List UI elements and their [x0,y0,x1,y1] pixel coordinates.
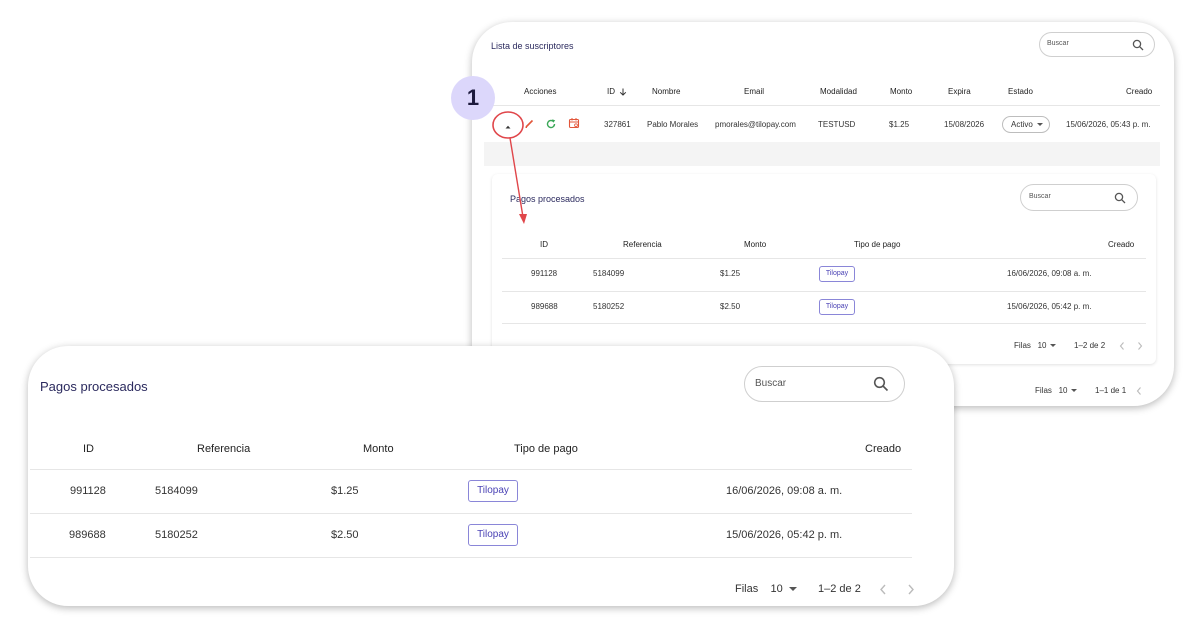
chevron-down-icon [1071,389,1078,393]
row-divider [30,557,912,558]
payment-amount: $1.25 [720,269,741,278]
pagination-range: 1–2 de 2 [818,583,861,595]
payment-type-badge: Tilopay [468,480,518,502]
row-divider [502,323,1146,324]
search-placeholder: Buscar [1047,40,1069,47]
payments-card-zoomed: Pagos procesados Buscar ID Referencia Mo… [28,346,954,606]
col-id-small: ID [540,240,548,249]
step-number-badge: 1 [451,76,495,120]
header-divider [484,105,1160,106]
chevron-right-icon[interactable] [1136,341,1144,351]
refresh-icon[interactable] [545,118,557,130]
payment-amount: $2.50 [331,529,359,541]
row-divider [502,291,1146,292]
payment-reference: 5184099 [593,269,625,278]
chevron-left-icon[interactable] [1118,341,1126,351]
col-tipo: Tipo de pago [514,443,578,455]
chevron-down-icon [1050,344,1057,348]
rows-label: Filas [735,583,759,595]
search-placeholder: Buscar [755,378,787,389]
search-icon[interactable] [1132,39,1144,51]
edit-icon[interactable] [524,118,535,129]
payment-id: 991128 [531,269,558,278]
col-referencia-small: Referencia [623,240,662,249]
row-name: Pablo Morales [647,120,699,129]
payment-reference: 5180252 [593,302,625,311]
col-monto: Monto [363,443,394,455]
header-divider [502,258,1146,259]
payment-amount: $1.25 [331,485,359,497]
status-value: Activo [1011,120,1033,129]
payment-created: 16/06/2026, 09:08 a. m. [1007,269,1092,278]
calendar-icon[interactable] [568,117,580,129]
payment-type-badge: Tilopay [819,299,855,315]
col-modalidad: Modalidad [820,87,857,96]
payments-search-input[interactable]: Buscar [744,366,905,402]
payment-id: 989688 [531,302,558,311]
chevron-down-icon [788,587,797,592]
col-id: ID [83,443,94,455]
collapse-icon[interactable] [503,119,513,129]
status-select[interactable]: Activo [1002,116,1050,133]
arrow-down-icon [620,88,627,96]
rows-label: Filas [1014,341,1031,350]
chevron-left-icon[interactable] [1135,386,1143,396]
payments-title-small: Pagos procesados [510,194,585,204]
search-icon[interactable] [873,376,889,392]
payment-id: 989688 [69,529,106,541]
payment-type-badge: Tilopay [468,524,518,546]
payments-panel-small: Pagos procesados Buscar ID Referencia Mo… [492,174,1156,364]
payment-created: 15/06/2026, 05:42 p. m. [726,529,843,541]
payments-search-input-small[interactable]: Buscar [1020,184,1138,211]
rows-label: Filas [1035,386,1052,395]
payments-title: Pagos procesados [40,379,148,394]
subscribers-search-input[interactable]: Buscar [1039,32,1155,57]
col-creado-small: Creado [1108,240,1135,249]
pagination-range: 1–1 de 1 [1095,386,1127,395]
col-estado: Estado [1008,87,1033,96]
payment-amount: $2.50 [720,302,741,311]
row-amount: $1.25 [889,120,910,129]
row-id: 327861 [604,120,631,129]
col-expira: Expira [948,87,971,96]
col-nombre: Nombre [652,87,681,96]
payment-reference: 5180252 [155,529,198,541]
row-expires: 15/08/2026 [944,120,985,129]
payment-id: 991128 [70,485,106,497]
rows-value: 10 [770,583,783,595]
col-referencia: Referencia [197,443,251,455]
chevron-right-icon[interactable] [906,583,916,596]
col-email: Email [744,87,765,96]
payment-reference: 5184099 [155,485,198,497]
subscribers-title: Lista de suscriptores [491,41,574,51]
pagination-range: 1–2 de 2 [1074,341,1106,350]
chevron-left-icon[interactable] [878,583,888,596]
rows-per-page[interactable]: Filas 10 [1014,341,1057,350]
payment-created: 16/06/2026, 09:08 a. m. [726,485,843,497]
col-creado: Creado [1126,87,1153,96]
expanded-row-background [484,142,1160,166]
col-monto-small: Monto [744,240,767,249]
col-creado: Creado [865,443,902,455]
payment-type-badge: Tilopay [819,266,855,282]
col-id[interactable]: ID [607,87,627,96]
rows-per-page[interactable]: Filas 10 [735,583,797,595]
rows-value: 10 [1037,341,1047,350]
col-tipo-small: Tipo de pago [854,240,901,249]
chevron-down-icon [1037,123,1043,126]
payment-created: 15/06/2026, 05:42 p. m. [1007,302,1092,311]
search-placeholder: Buscar [1029,193,1051,200]
row-created: 15/06/2026, 05:43 p. m. [1066,120,1151,129]
col-monto: Monto [890,87,913,96]
col-acciones: Acciones [524,87,557,96]
search-icon[interactable] [1114,192,1126,204]
rows-value: 10 [1058,386,1068,395]
row-modality: TESTUSD [818,120,856,129]
header-divider [30,469,912,470]
rows-per-page[interactable]: Filas 10 [1035,386,1078,395]
row-email: pmorales@tilopay.com [715,120,796,129]
row-divider [30,513,912,514]
